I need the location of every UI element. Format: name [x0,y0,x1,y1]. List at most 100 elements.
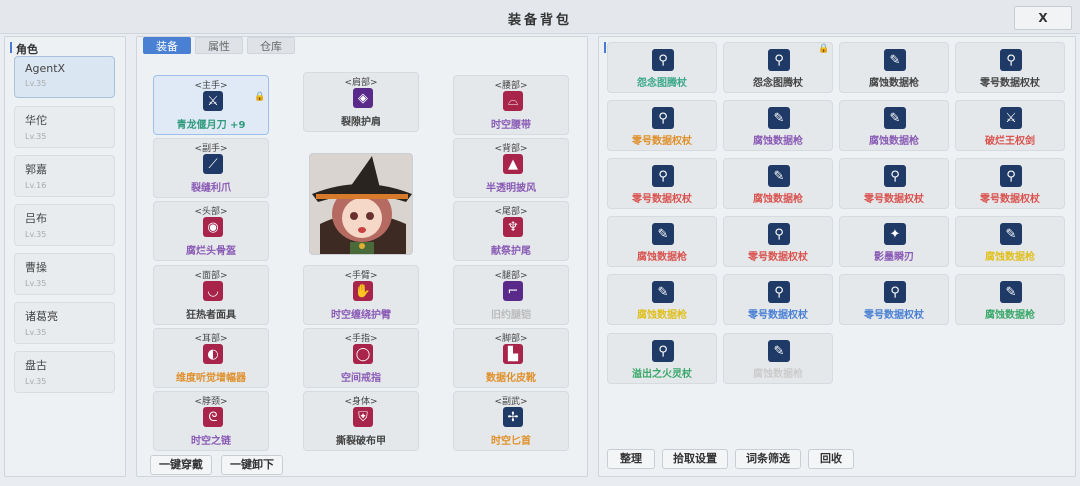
character-item[interactable]: 曹操 Lv.35 [14,253,115,295]
slot-item-name: 数据化皮靴 [486,373,536,384]
inventory-item[interactable]: ⚲ 零号数据权杖 [607,158,717,209]
unequip-all-button[interactable]: 一键卸下 [221,455,283,475]
inventory-item[interactable]: ✎ 腐蚀数据枪 [723,333,833,384]
inventory-item[interactable]: ⚲ 零号数据权杖 [723,274,833,325]
slot-part-label: <肩部> [344,78,378,88]
gun-icon: ✎ [1000,281,1022,303]
equipment-slot[interactable]: <头部> ◉ 腐烂头骨盔 [153,201,269,261]
character-item[interactable]: 盘古 Lv.35 [14,351,115,393]
inventory-item[interactable]: ⚲ 怨念图腾杖 🔒 [723,42,833,93]
cloak-icon: ▲ [503,154,523,174]
gun-icon: ✎ [768,107,790,129]
slot-item-name: 旧约腿铠 [491,310,531,321]
inventory-item[interactable]: ⚲ 零号数据权杖 [607,100,717,151]
character-item[interactable]: 华佗 Lv.35 [14,106,115,148]
inventory-item[interactable]: ✎ 腐蚀数据枪 [723,100,833,151]
window-title: 装备背包 [507,13,572,28]
slot-item-name: 狂热者面具 [186,310,236,321]
equipment-slot[interactable]: <腿部> ⌐ 旧约腿铠 [453,265,569,325]
equipment-slot[interactable]: <背部> ▲ 半透明披风 [453,138,569,198]
pickup-settings-button[interactable]: 拾取设置 [662,449,728,469]
lock-icon: 🔒 [818,44,830,54]
inventory-item[interactable]: ✎ 腐蚀数据枪 [839,100,949,151]
slot-part-label: <主手> [194,81,228,91]
character-portrait [309,153,413,255]
equipment-slot[interactable]: <腰部> ⌓ 时空腰带 [453,75,569,135]
inventory-item[interactable]: ⚲ 零号数据权杖 [839,158,949,209]
inventory-item-name: 腐蚀数据枪 [753,369,803,380]
tail-icon: ♆ [503,217,523,237]
gun-icon: ✎ [652,281,674,303]
tab-equipment[interactable]: 装备 [143,37,191,54]
inventory-item[interactable]: ✦ 影墨瞬刃 [839,216,949,267]
character-level: Lv.16 [25,181,47,190]
inventory-item-name: 腐蚀数据枪 [985,310,1035,321]
character-name: 曹操 [25,261,47,274]
equipment-slot[interactable]: <脖颈> ᘓ 时空之链 [153,391,269,451]
staff-icon: ⚲ [884,165,906,187]
inventory-item[interactable]: ✎ 腐蚀数据枪 [607,216,717,267]
character-item[interactable]: 诸葛亮 Lv.35 [14,302,115,344]
character-name: 吕布 [25,212,47,225]
equipment-slot[interactable]: <尾部> ♆ 献祭护尾 [453,201,569,261]
inventory-item[interactable]: ⚲ 零号数据权杖 [955,42,1065,93]
equipment-slot[interactable]: <副武> ✢ 时空匕首 [453,391,569,451]
inventory-item[interactable]: ⚲ 零号数据权杖 [955,158,1065,209]
sort-button[interactable]: 整理 [607,449,655,469]
mask-icon: ◡ [203,281,223,301]
gun-icon: ✎ [884,107,906,129]
affix-filter-button[interactable]: 词条筛选 [735,449,801,469]
slot-item-name: 腐烂头骨盔 [186,246,236,257]
inventory-item-name: 腐蚀数据枪 [869,78,919,89]
gun-icon: ✎ [768,340,790,362]
slot-item-name: 半透明披风 [486,183,536,194]
equipment-slot[interactable]: <手指> ◯ 空间戒指 [303,328,419,388]
equipment-slot[interactable]: <身体> ⛨ 撕裂破布甲 [303,391,419,451]
inventory-item[interactable]: ⚲ 零号数据权杖 [839,274,949,325]
inventory-item[interactable]: ✎ 腐蚀数据枪 [955,216,1065,267]
character-level: Lv.35 [25,328,47,337]
staff-icon: ⚲ [1000,165,1022,187]
equipment-slot[interactable]: <面部> ◡ 狂热者面具 [153,265,269,325]
character-item[interactable]: 郭嘉 Lv.16 [14,155,115,197]
character-level: Lv.35 [25,132,47,141]
equipment-slot[interactable]: <脚部> ▙ 数据化皮靴 [453,328,569,388]
inventory-item[interactable]: ⚲ 怨念图腾杖 [607,42,717,93]
character-level: Lv.35 [25,377,47,386]
recycle-button[interactable]: 回收 [808,449,854,469]
slot-item-name: 献祭护尾 [491,246,531,257]
staff-icon: ⚲ [768,49,790,71]
equipment-slot[interactable]: <肩部> ◈ 裂隙护肩 [303,72,419,132]
inventory-item[interactable]: ⚔ 破烂王权剑 [955,100,1065,151]
tab-warehouse[interactable]: 仓库 [247,37,295,54]
equipment-slot[interactable]: <耳部> ◐ 维度听觉增幅器 [153,328,269,388]
equipment-slot[interactable]: <副手> ⟋ 裂缝利爪 [153,138,269,198]
tab-attributes[interactable]: 属性 [195,37,243,54]
inventory-item[interactable]: ✎ 腐蚀数据枪 [839,42,949,93]
close-button[interactable]: X [1014,6,1072,30]
inventory-item[interactable]: ✎ 腐蚀数据枪 [723,158,833,209]
equip-all-button[interactable]: 一键穿戴 [150,455,212,475]
slot-item-name: 时空之链 [191,436,231,447]
gun-icon: ✎ [768,165,790,187]
inventory-item-name: 零号数据权杖 [632,194,692,205]
blade-icon: ✦ [884,223,906,245]
inventory-item[interactable]: ⚲ 溢出之火灵杖 [607,333,717,384]
inventory-item-name: 零号数据权杖 [748,252,808,263]
inventory-item-name: 溢出之火灵杖 [632,369,692,380]
slot-item-name: 撕裂破布甲 [336,436,386,447]
claw-icon: ⟋ [203,154,223,174]
inventory-item[interactable]: ✎ 腐蚀数据枪 [955,274,1065,325]
inventory-item[interactable]: ⚲ 零号数据权杖 [723,216,833,267]
slot-item-name: 青龙偃月刀 +9 [176,120,246,131]
character-item[interactable]: AgentX Lv.35 [14,56,115,98]
character-item[interactable]: 吕布 Lv.35 [14,204,115,246]
equipment-slot[interactable]: <主手> ⚔ 青龙偃月刀 +9 🔒 [153,75,269,135]
belt-icon: ⌓ [503,91,523,111]
sword-icon: ⚔ [1000,107,1022,129]
inventory-item[interactable]: ✎ 腐蚀数据枪 [607,274,717,325]
equipment-slot[interactable]: <手臂> ✋ 时空缠绕护臂 [303,265,419,325]
lock-icon: 🔒 [254,92,266,102]
title-bar: 装备背包 X [0,0,1080,34]
slot-part-label: <腰部> [494,81,528,91]
